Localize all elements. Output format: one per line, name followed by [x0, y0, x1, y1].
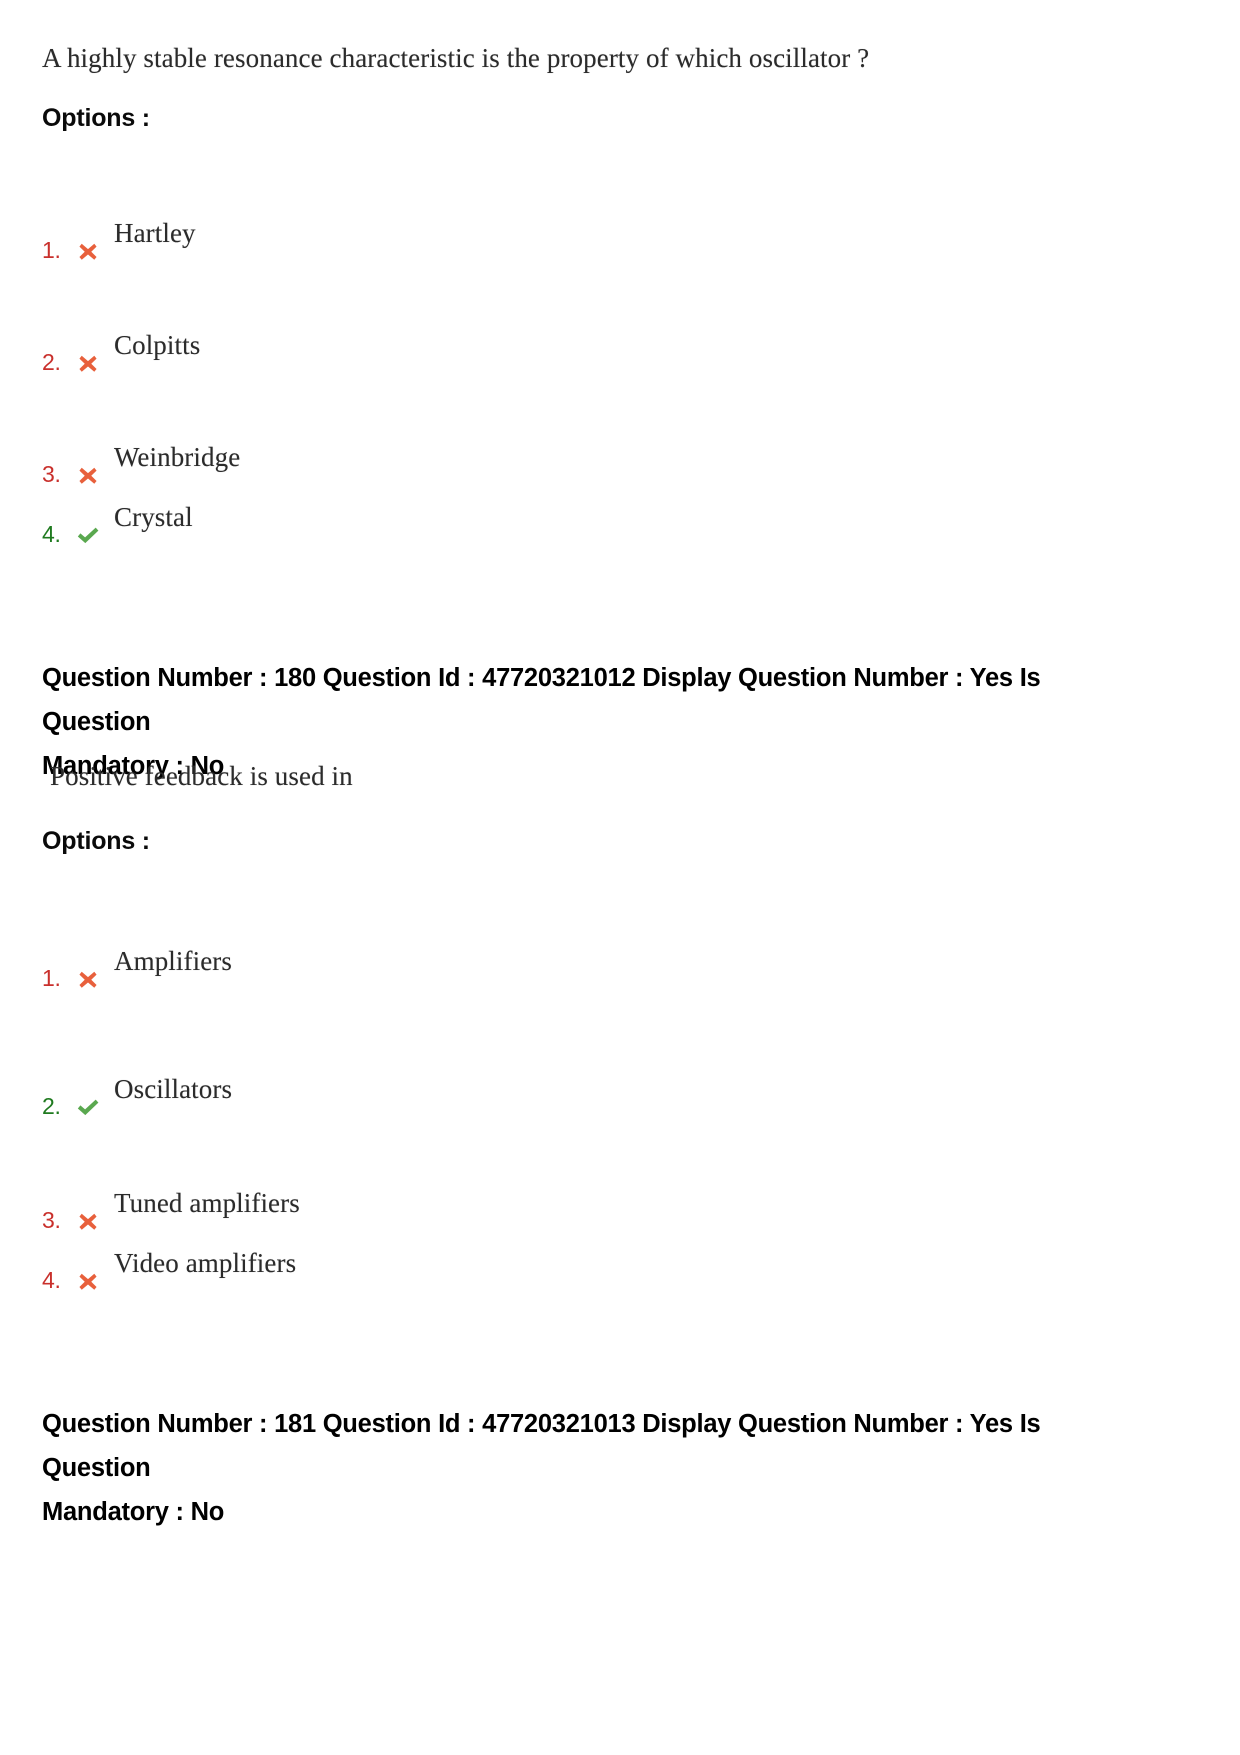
cross-icon [75, 463, 101, 489]
option-number: 3. [42, 1207, 61, 1233]
option-text: Amplifiers [114, 945, 232, 976]
cross-icon [75, 1209, 101, 1235]
question-header-line-2: Mandatory : No [42, 1497, 225, 1526]
check-icon [75, 523, 101, 549]
option-number: 3. [42, 461, 61, 487]
options-label-1: Options : [42, 104, 150, 132]
option-number: 2. [42, 1093, 61, 1119]
cross-icon [75, 1269, 101, 1295]
option-text: Colpitts [114, 329, 201, 360]
option-text: Weinbridge [114, 441, 241, 472]
question-stem-1: A highly stable resonance characteristic… [42, 42, 869, 76]
cross-icon [75, 239, 101, 265]
option-number: 1. [42, 237, 61, 263]
option-text: Video amplifiers [114, 1247, 297, 1278]
option-number: 1. [42, 965, 61, 991]
document-page: A highly stable resonance characteristic… [0, 0, 1240, 1755]
option-number: 4. [42, 1267, 61, 1293]
cross-icon [75, 967, 101, 993]
options-label-2: Options : [42, 827, 150, 855]
question-stem-2: Positive feedback is used in [42, 760, 353, 794]
check-icon [75, 1095, 101, 1121]
cross-icon [75, 351, 101, 377]
option-number: 2. [42, 349, 61, 375]
question-text: A highly stable resonance characteristic… [42, 43, 870, 73]
option-text: Crystal [114, 501, 193, 532]
option-text: Oscillators [114, 1073, 233, 1104]
question-header-181: Question Number : 181 Question Id : 4772… [42, 1403, 1087, 1535]
option-text: Tuned amplifiers [114, 1187, 300, 1218]
question-header-line-1: Question Number : 180 Question Id : 4772… [42, 664, 1041, 736]
question-text: Positive feedback is used in [50, 761, 353, 791]
option-text: Hartley [114, 217, 196, 248]
question-header-line-1: Question Number : 181 Question Id : 4772… [42, 1410, 1041, 1482]
option-number: 4. [42, 521, 61, 547]
